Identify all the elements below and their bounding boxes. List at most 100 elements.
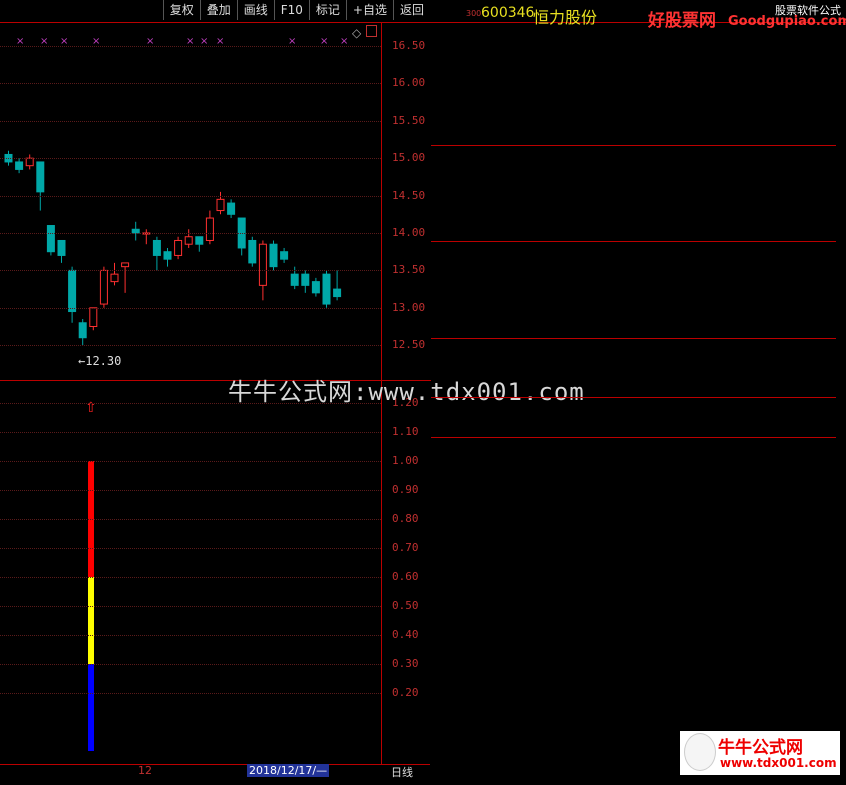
- price-gridline: [0, 83, 381, 85]
- toolbar-button-3[interactable]: F10: [273, 0, 309, 20]
- quote-row: [431, 676, 836, 695]
- quote-row: [431, 622, 836, 641]
- quote-row: [431, 146, 836, 165]
- quote-row: [431, 242, 836, 261]
- quote-row: [431, 640, 836, 659]
- indicator-tick-label: 0.30: [392, 657, 419, 670]
- quote-row: [431, 359, 836, 378]
- toolbar-button-1[interactable]: 叠加: [199, 0, 237, 20]
- candle: [205, 210, 214, 245]
- orderbook-divider: [431, 241, 836, 242]
- stats-divider: [431, 338, 836, 339]
- candle: [121, 262, 130, 293]
- indicator-gridline: [0, 635, 381, 636]
- candle: [99, 266, 108, 308]
- chart-settings-icon[interactable]: ◇: [352, 26, 361, 40]
- quote-row: [431, 496, 836, 515]
- fund-divider: [431, 397, 836, 398]
- indicator-chart[interactable]: ⇧: [0, 381, 381, 764]
- bottom-logo-text: 牛牛公式网: [718, 738, 803, 758]
- quote-row: [431, 658, 836, 677]
- quote-row: [431, 127, 836, 146]
- candle-body: [195, 236, 204, 245]
- quote-row: [431, 318, 836, 337]
- price-gridline: [0, 195, 381, 197]
- candle-body: [152, 239, 161, 256]
- indicator-tick-label: 0.60: [392, 570, 419, 583]
- candle: [333, 270, 342, 301]
- indicator-tick-label: 0.40: [392, 628, 419, 641]
- quote-row: [431, 419, 836, 438]
- quote-row: [431, 460, 836, 479]
- candle: [142, 229, 151, 245]
- candle: [248, 236, 257, 267]
- quote-row: [431, 400, 836, 419]
- candle: [280, 247, 289, 263]
- price-gridline: [0, 46, 381, 47]
- price-tick-label: 14.00: [392, 226, 426, 239]
- candle-body: [322, 273, 331, 305]
- candle: [110, 262, 119, 286]
- indicator-tick-label: 0.80: [392, 512, 419, 525]
- candle: [152, 236, 161, 271]
- indicator-tick-label: 1.10: [392, 425, 419, 438]
- date-cursor-label: 2018/12/17/—: [247, 764, 330, 777]
- candle-body: [269, 243, 278, 268]
- candle-body: [78, 322, 87, 339]
- quote-row: [431, 185, 836, 204]
- toolbar-button-5[interactable]: +自选: [345, 0, 393, 20]
- quote-row: [431, 108, 836, 127]
- maximize-icon[interactable]: [366, 25, 377, 37]
- quote-row: [431, 694, 836, 713]
- candle: [311, 277, 320, 297]
- quote-row: [431, 166, 836, 185]
- candle-body: [89, 307, 98, 327]
- quote-row: [431, 514, 836, 533]
- candle-body: [184, 236, 193, 245]
- candle: [25, 154, 34, 170]
- bottom-logo-url: www.tdx001.com: [720, 756, 837, 770]
- candle: [78, 319, 87, 346]
- indicator-tick-label: 0.20: [392, 686, 419, 699]
- candle-body: [36, 161, 45, 193]
- quote-row: [431, 205, 836, 224]
- code-prefix: 300: [466, 9, 482, 18]
- quote-row: [431, 478, 836, 497]
- toolbar-button-6[interactable]: 返回: [392, 0, 430, 20]
- header-right-text: 股票软件公式: [775, 4, 841, 17]
- price-gridline: [0, 307, 381, 309]
- stock-name: 恒力股份: [533, 8, 598, 27]
- cow-mascot-icon: [684, 733, 716, 771]
- indicator-gridline: [0, 490, 381, 491]
- candle: [195, 236, 204, 252]
- candle: [174, 236, 183, 260]
- candle: [322, 270, 331, 308]
- candle: [15, 158, 24, 174]
- quote-row: [431, 261, 836, 280]
- price-gridline: [0, 233, 381, 234]
- indicator-tick-label: 0.90: [392, 483, 419, 496]
- quote-row: [431, 586, 836, 605]
- low-price-label: ←12.30: [78, 354, 122, 368]
- quote-row: [431, 604, 836, 623]
- toolbar-button-2[interactable]: 画线: [236, 0, 274, 20]
- candle-body: [280, 251, 289, 260]
- price-tick-label: 15.50: [392, 113, 426, 127]
- candle: [46, 225, 55, 256]
- candle-body: [301, 273, 310, 286]
- bottom-logo-box: 牛牛公式网 www.tdx001.com: [680, 731, 840, 775]
- price-tick-label: 16.00: [392, 76, 426, 90]
- quote-row: [431, 49, 836, 68]
- orderbook-divider: [431, 145, 836, 146]
- price-gridline: [0, 270, 381, 272]
- toolbar-button-4[interactable]: 标记: [308, 0, 346, 20]
- candle-body: [15, 161, 24, 170]
- period-label[interactable]: 日线: [391, 764, 413, 780]
- candlestick-chart[interactable]: × × × × × × × × × × ×: [0, 22, 381, 380]
- stock-code: 600346: [481, 5, 535, 21]
- indicator-gridline: [0, 693, 381, 694]
- indicator-gridline: [0, 664, 381, 665]
- quote-row: [431, 550, 836, 569]
- toolbar-button-0[interactable]: 复权: [162, 0, 200, 20]
- price-tick-label: 13.50: [392, 263, 426, 277]
